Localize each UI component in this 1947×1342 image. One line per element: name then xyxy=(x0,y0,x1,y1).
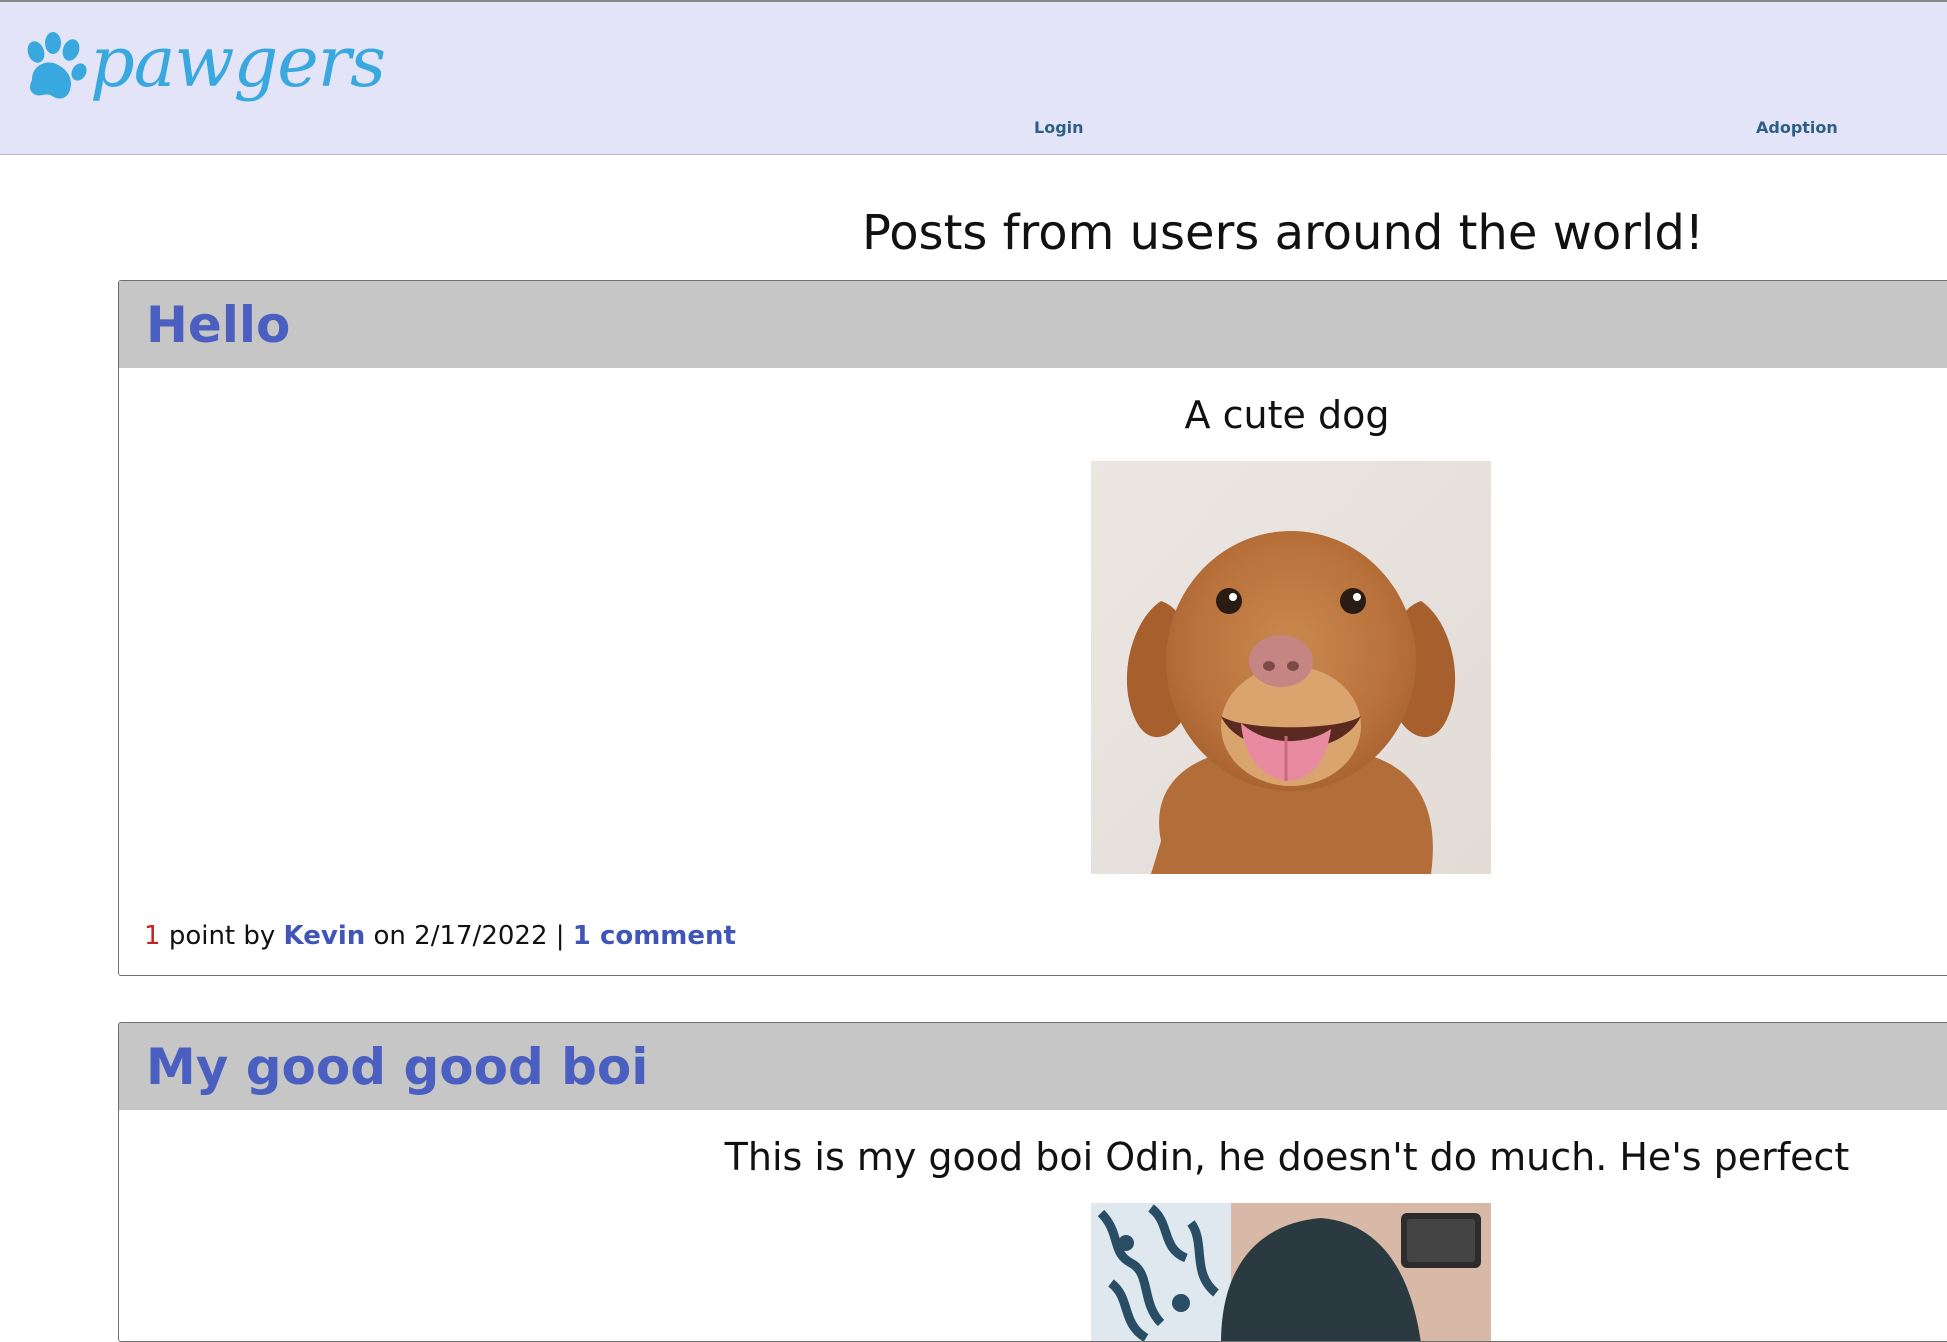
author-link[interactable]: Kevin xyxy=(284,921,366,951)
nav-login-link[interactable]: Login xyxy=(1034,118,1084,137)
paw-icon xyxy=(27,32,87,99)
post-description: This is my good boi Odin, he doesn't do … xyxy=(724,1135,1850,1179)
comments-link[interactable]: 1 comment xyxy=(573,921,736,951)
post-header: Hello xyxy=(119,281,1947,368)
logo-wordmark: pawgers xyxy=(90,21,386,103)
date-prefix: on xyxy=(373,921,406,951)
dog-photo xyxy=(1091,461,1491,874)
post-points: 1 xyxy=(144,921,161,951)
post-date: 2/17/2022 xyxy=(414,921,548,951)
nav-adoption-link[interactable]: Adoption xyxy=(1756,118,1838,137)
page-title: Posts from users around the world! xyxy=(861,205,1705,261)
post-image-dog xyxy=(1091,461,1491,874)
post-meta: 1 point by Kevin on 2/17/2022 | 1 commen… xyxy=(144,921,736,951)
post-title-link[interactable]: Hello xyxy=(146,296,290,354)
post-header: My good good boi xyxy=(119,1023,1947,1110)
post-image-odin xyxy=(1091,1203,1491,1341)
post-card: Hello A cute dog 1 point by Kevin on 2/1… xyxy=(118,280,1947,976)
top-navbar: pawgers Login Adoption xyxy=(0,0,1947,155)
odin-photo xyxy=(1091,1203,1491,1341)
post-description: A cute dog xyxy=(1184,393,1390,437)
post-card: My good good boi This is my good boi Odi… xyxy=(118,1022,1947,1342)
pawgers-logo[interactable]: pawgers xyxy=(22,27,386,104)
points-label: point by xyxy=(168,921,276,951)
post-title-link[interactable]: My good good boi xyxy=(146,1038,648,1096)
meta-separator: | xyxy=(555,921,565,951)
